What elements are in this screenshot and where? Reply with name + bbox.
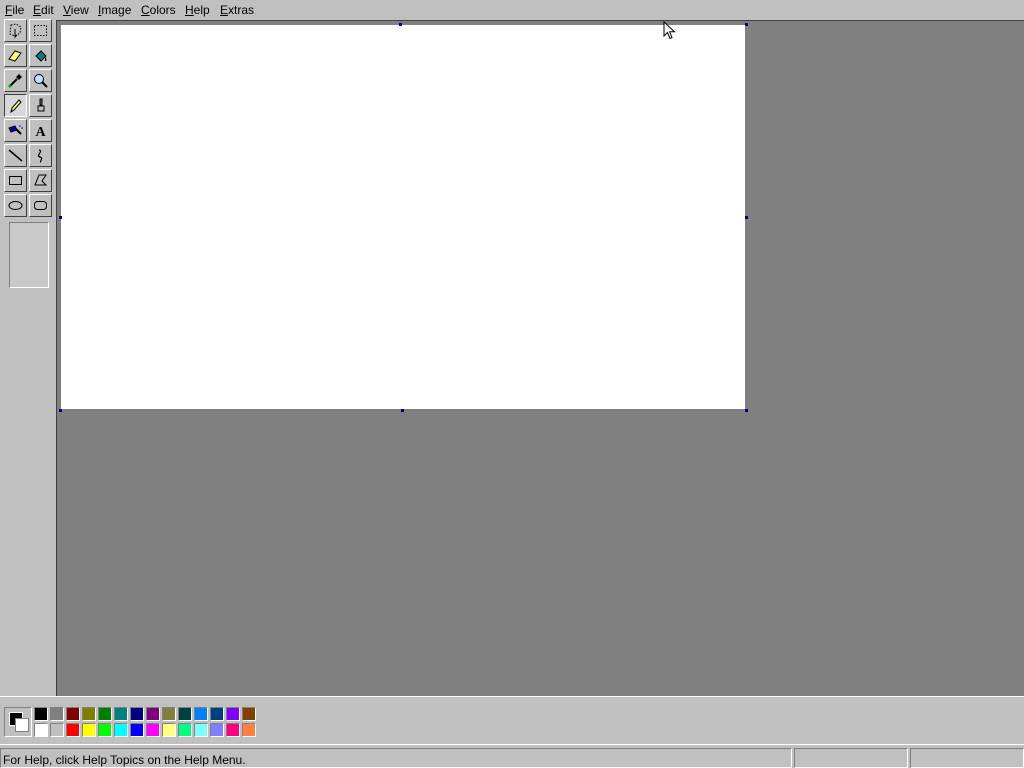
status-bar: For Help, click Help Topics on the Help … xyxy=(0,744,1024,768)
palette-swatch[interactable] xyxy=(98,723,112,737)
resize-handle-top-right xyxy=(745,23,748,26)
palette-swatch[interactable] xyxy=(114,707,128,721)
palette-swatch[interactable] xyxy=(210,723,224,737)
pencil-tool[interactable] xyxy=(4,94,27,117)
resize-handle-bottom-left xyxy=(59,409,62,412)
curve-icon xyxy=(37,149,43,163)
current-colors xyxy=(4,707,32,737)
airbrush-tool[interactable] xyxy=(4,119,27,142)
resize-handle-right[interactable] xyxy=(745,216,748,219)
palette-swatch[interactable] xyxy=(34,723,48,737)
line-icon xyxy=(8,149,23,162)
brush-tool[interactable] xyxy=(29,94,52,117)
menu-view[interactable]: View xyxy=(63,3,89,17)
ellipse-tool[interactable] xyxy=(4,194,27,217)
rounded-rectangle-icon xyxy=(34,201,47,210)
curve-tool[interactable] xyxy=(29,144,52,167)
palette-swatch[interactable] xyxy=(178,707,192,721)
polygon-tool[interactable] xyxy=(29,169,52,192)
palette-swatch[interactable] xyxy=(242,723,256,737)
text-icon: A xyxy=(35,125,46,139)
palette-swatch[interactable] xyxy=(194,707,208,721)
svg-text:A: A xyxy=(35,125,46,139)
drawing-workspace xyxy=(56,20,1024,696)
palette-swatch[interactable] xyxy=(146,707,160,721)
palette-swatch[interactable] xyxy=(34,707,48,721)
palette-swatch[interactable] xyxy=(82,707,96,721)
airbrush-icon xyxy=(8,125,23,135)
free-form-select-tool[interactable] xyxy=(4,19,27,42)
mouse-cursor-icon xyxy=(663,21,676,40)
brush-icon xyxy=(37,98,45,112)
drawing-canvas[interactable] xyxy=(61,25,745,409)
status-help-text: For Help, click Help Topics on the Help … xyxy=(3,753,246,767)
menu-extras[interactable]: Extras xyxy=(220,3,254,17)
status-help-pane: For Help, click Help Topics on the Help … xyxy=(0,748,792,768)
palette-swatch[interactable] xyxy=(82,723,96,737)
tool-options-panel[interactable] xyxy=(9,222,49,288)
rectangle-icon xyxy=(9,176,22,185)
eyedropper-icon xyxy=(8,74,22,88)
eraser-icon xyxy=(8,50,22,62)
fill-tool[interactable] xyxy=(29,44,52,67)
palette-swatch[interactable] xyxy=(162,707,176,721)
palette-swatch[interactable] xyxy=(210,707,224,721)
resize-handle-top xyxy=(399,23,402,26)
resize-handle-bottom[interactable] xyxy=(401,409,404,412)
rect-select-tool[interactable] xyxy=(29,19,52,42)
pencil-icon xyxy=(10,99,22,114)
rounded-rect-tool[interactable] xyxy=(29,194,52,217)
rect-select-icon xyxy=(34,25,47,36)
palette-swatch[interactable] xyxy=(114,723,128,737)
palette-swatch[interactable] xyxy=(226,723,240,737)
magnifier-icon xyxy=(34,74,48,88)
paint-bucket-icon xyxy=(35,50,47,62)
rectangle-tool[interactable] xyxy=(4,169,27,192)
palette-swatch[interactable] xyxy=(98,707,112,721)
line-tool[interactable] xyxy=(4,144,27,167)
free-form-select-icon xyxy=(9,23,22,39)
tool-box: A xyxy=(0,19,56,696)
menu-colors[interactable]: Colors xyxy=(141,3,176,17)
status-coordinates-pane xyxy=(794,748,908,768)
palette-swatch[interactable] xyxy=(130,723,144,737)
color-box xyxy=(0,696,1024,744)
palette-swatch[interactable] xyxy=(146,723,160,737)
menu-file[interactable]: File xyxy=(5,3,24,17)
eraser-tool[interactable] xyxy=(4,44,27,67)
palette-swatch[interactable] xyxy=(66,707,80,721)
color-palette xyxy=(34,707,258,739)
background-color xyxy=(15,718,29,732)
resize-handle-bottom-right[interactable] xyxy=(745,409,748,412)
polygon-icon xyxy=(34,174,48,186)
resize-handle-left xyxy=(59,216,62,219)
magnifier-tool[interactable] xyxy=(29,69,52,92)
palette-swatch[interactable] xyxy=(50,707,64,721)
palette-swatch[interactable] xyxy=(194,723,208,737)
ellipse-icon xyxy=(8,201,23,210)
palette-swatch[interactable] xyxy=(162,723,176,737)
palette-swatch[interactable] xyxy=(242,707,256,721)
status-size-pane xyxy=(910,748,1024,768)
menu-bar: File Edit View Image Colors Help Extras xyxy=(0,0,1024,20)
menu-edit[interactable]: Edit xyxy=(33,3,54,17)
palette-swatch[interactable] xyxy=(178,723,192,737)
palette-swatch[interactable] xyxy=(226,707,240,721)
pick-color-tool[interactable] xyxy=(4,69,27,92)
palette-swatch[interactable] xyxy=(66,723,80,737)
text-tool[interactable]: A xyxy=(29,119,52,142)
palette-swatch[interactable] xyxy=(50,723,64,737)
menu-image[interactable]: Image xyxy=(98,3,131,17)
palette-swatch[interactable] xyxy=(130,707,144,721)
menu-help[interactable]: Help xyxy=(185,3,210,17)
